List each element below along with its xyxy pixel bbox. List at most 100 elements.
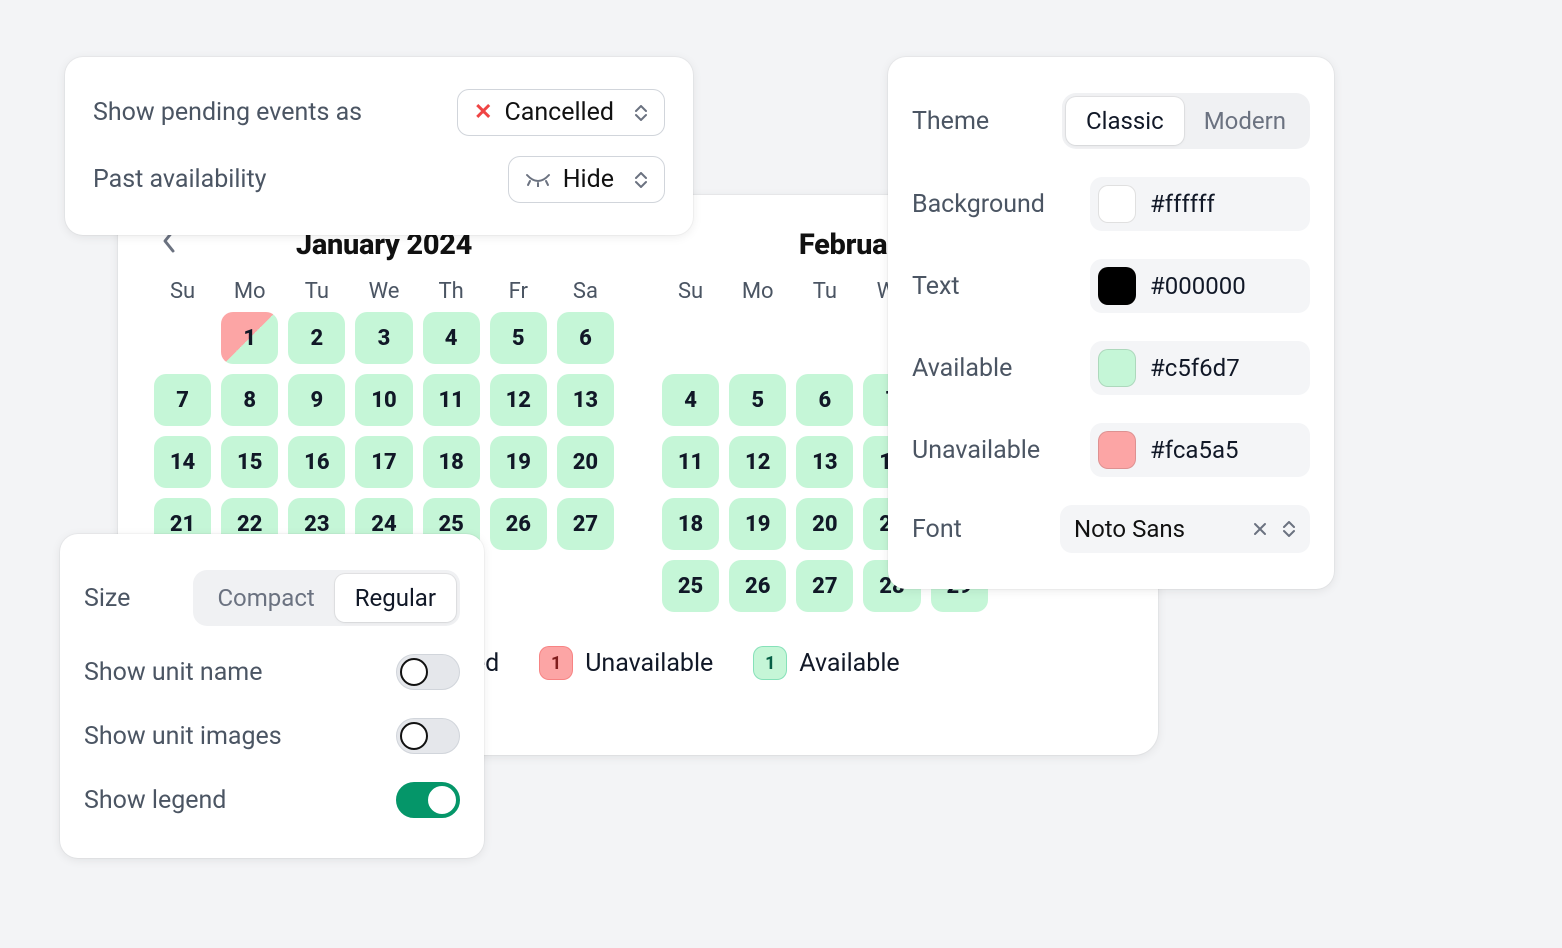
month-january: January 2024 SuMoTuWeThFrSa 123456789101… <box>154 223 614 550</box>
weekday-label: Th <box>423 279 480 304</box>
color-swatch <box>1098 431 1136 469</box>
weekday-label: Su <box>662 279 719 304</box>
calendar-day[interactable]: 15 <box>221 436 278 488</box>
calendar-day[interactable]: 18 <box>662 498 719 550</box>
calendar-day[interactable]: 9 <box>288 374 345 426</box>
size-segmented: Compact Regular <box>193 570 460 626</box>
show-unit-name-label: Show unit name <box>84 658 263 687</box>
calendar-day[interactable]: 26 <box>490 498 547 550</box>
clear-font-icon[interactable] <box>1252 515 1268 543</box>
day-empty <box>729 312 786 364</box>
background-label: Background <box>912 190 1045 219</box>
select-chevron-icon <box>634 105 648 121</box>
background-color-picker[interactable]: #ffffff <box>1090 177 1310 231</box>
show-unit-images-toggle[interactable] <box>396 718 460 754</box>
color-swatch <box>1098 349 1136 387</box>
legend-swatch-unavailable: 1 <box>539 646 573 680</box>
legend-label: Available <box>799 649 899 678</box>
size-options-panel: Size Compact Regular Show unit name Show… <box>60 534 484 858</box>
calendar-day[interactable]: 12 <box>729 436 786 488</box>
weekday-label: Sa <box>557 279 614 304</box>
calendar-day[interactable]: 13 <box>557 374 614 426</box>
weekday-label: Fr <box>490 279 547 304</box>
calendar-day[interactable]: 1 <box>221 312 278 364</box>
font-label: Font <box>912 515 962 544</box>
past-availability-label: Past availability <box>93 165 267 194</box>
color-swatch <box>1098 185 1136 223</box>
month-grid: 1234567891011121314151617181920212223242… <box>154 312 614 550</box>
past-availability-select[interactable]: Hide <box>508 156 665 203</box>
unavailable-color-picker[interactable]: #fca5a5 <box>1090 423 1310 477</box>
font-select[interactable]: Noto Sans <box>1060 505 1310 553</box>
color-hex: #ffffff <box>1150 190 1215 218</box>
show-unit-name-toggle[interactable] <box>396 654 460 690</box>
calendar-day[interactable]: 10 <box>355 374 412 426</box>
calendar-day[interactable]: 16 <box>288 436 345 488</box>
available-color-picker[interactable]: #c5f6d7 <box>1090 341 1310 395</box>
text-color-picker[interactable]: #000000 <box>1090 259 1310 313</box>
calendar-day[interactable]: 5 <box>729 374 786 426</box>
calendar-day[interactable]: 12 <box>490 374 547 426</box>
day-empty <box>154 312 211 364</box>
calendar-day[interactable]: 20 <box>557 436 614 488</box>
size-label: Size <box>84 584 130 613</box>
calendar-day[interactable]: 19 <box>729 498 786 550</box>
calendar-day[interactable]: 6 <box>557 312 614 364</box>
calendar-day[interactable]: 6 <box>796 374 853 426</box>
select-chevron-icon <box>1282 521 1296 537</box>
show-unit-images-label: Show unit images <box>84 722 282 751</box>
color-hex: #c5f6d7 <box>1150 354 1240 382</box>
theme-classic-button[interactable]: Classic <box>1066 97 1184 145</box>
calendar-day[interactable]: 27 <box>796 560 853 612</box>
select-value: Cancelled <box>504 98 614 127</box>
weekday-label: Mo <box>729 279 786 304</box>
calendar-day[interactable]: 3 <box>355 312 412 364</box>
calendar-day[interactable]: 11 <box>423 374 480 426</box>
pending-events-select[interactable]: ✕ Cancelled <box>457 89 665 136</box>
calendar-day[interactable]: 4 <box>662 374 719 426</box>
day-empty <box>796 312 853 364</box>
font-value: Noto Sans <box>1074 515 1185 543</box>
select-value: Hide <box>563 165 614 194</box>
calendar-day[interactable]: 8 <box>221 374 278 426</box>
calendar-day[interactable]: 26 <box>729 560 786 612</box>
weekday-label: Tu <box>288 279 345 304</box>
legend-unavailable: 1 Unavailable <box>539 646 713 680</box>
legend-available: 1 Available <box>753 646 899 680</box>
show-legend-toggle[interactable] <box>396 782 460 818</box>
weekday-label: Mo <box>221 279 278 304</box>
select-chevron-icon <box>634 172 648 188</box>
calendar-day[interactable]: 19 <box>490 436 547 488</box>
eye-closed-icon <box>525 168 551 192</box>
weekday-header: Su Mo Tu We Th Fr Sa <box>154 279 614 304</box>
calendar-day[interactable]: 17 <box>355 436 412 488</box>
theme-modern-button[interactable]: Modern <box>1184 97 1306 145</box>
weekday-label: Su <box>154 279 211 304</box>
unavailable-color-label: Unavailable <box>912 436 1040 465</box>
calendar-day[interactable]: 25 <box>662 560 719 612</box>
weekday-label: We <box>355 279 412 304</box>
legend-swatch-available: 1 <box>753 646 787 680</box>
calendar-day[interactable]: 4 <box>423 312 480 364</box>
calendar-day[interactable]: 13 <box>796 436 853 488</box>
weekday-label: Tu <box>796 279 853 304</box>
size-regular-button[interactable]: Regular <box>335 574 456 622</box>
theme-segmented: Classic Modern <box>1062 93 1310 149</box>
legend-label: Unavailable <box>585 649 713 678</box>
theme-label: Theme <box>912 107 989 136</box>
color-hex: #000000 <box>1150 272 1246 300</box>
calendar-day[interactable]: 5 <box>490 312 547 364</box>
calendar-day[interactable]: 18 <box>423 436 480 488</box>
pending-events-label: Show pending events as <box>93 98 362 127</box>
calendar-day[interactable]: 14 <box>154 436 211 488</box>
calendar-day[interactable]: 27 <box>557 498 614 550</box>
text-color-label: Text <box>912 272 960 301</box>
calendar-day[interactable]: 2 <box>288 312 345 364</box>
calendar-day[interactable]: 11 <box>662 436 719 488</box>
calendar-day[interactable]: 20 <box>796 498 853 550</box>
calendar-day[interactable]: 7 <box>154 374 211 426</box>
available-color-label: Available <box>912 354 1012 383</box>
day-empty <box>662 312 719 364</box>
size-compact-button[interactable]: Compact <box>197 574 334 622</box>
show-legend-label: Show legend <box>84 786 226 815</box>
